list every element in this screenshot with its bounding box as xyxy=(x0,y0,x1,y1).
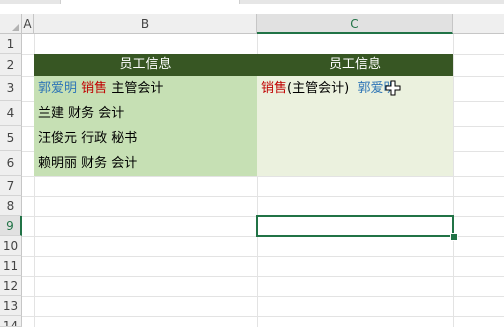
cell-c5[interactable] xyxy=(257,126,453,151)
cell-b6[interactable]: 赖明丽 财务 会计 xyxy=(34,151,257,176)
cell-c3[interactable]: 销售(主管会计) 郭爱明 xyxy=(257,76,453,101)
cell-b4[interactable]: 兰建 财务 会计 xyxy=(34,101,257,126)
cell-c2-header[interactable]: 员工信息 xyxy=(257,54,453,76)
row-header-3[interactable]: 3 xyxy=(0,76,22,101)
row-header-8[interactable]: 8 xyxy=(0,196,22,216)
cell-b3-name: 郭爱明 xyxy=(38,81,78,96)
column-header-a[interactable]: A xyxy=(22,14,34,34)
row-header-14[interactable]: 14 xyxy=(0,316,22,327)
column-header-d[interactable] xyxy=(453,14,504,34)
cell-b3-dept: 销售 xyxy=(81,81,108,96)
cell-b2-header[interactable]: 员工信息 xyxy=(34,54,257,76)
row-header-12[interactable]: 12 xyxy=(0,276,22,296)
fill-handle[interactable] xyxy=(450,233,458,241)
row-header-4[interactable]: 4 xyxy=(0,101,22,126)
row-header-1[interactable]: 1 xyxy=(0,34,22,54)
gridline xyxy=(22,256,504,257)
cell-b5[interactable]: 汪俊元 行政 秘书 xyxy=(34,126,257,151)
cell-c3-title: (主管会计) xyxy=(287,81,350,96)
active-cell-c9[interactable] xyxy=(256,215,454,237)
column-header-b[interactable]: B xyxy=(34,14,257,34)
row-header-9[interactable]: 9 xyxy=(0,216,22,236)
gridline xyxy=(453,34,454,327)
cell-c6[interactable] xyxy=(257,151,453,176)
gridline xyxy=(22,196,504,197)
select-all-corner[interactable] xyxy=(0,14,22,34)
column-header-c[interactable]: C xyxy=(257,14,453,34)
row-header-5[interactable]: 5 xyxy=(0,126,22,151)
gridline xyxy=(22,276,504,277)
cell-c4[interactable] xyxy=(257,101,453,126)
row-header-13[interactable]: 13 xyxy=(0,296,22,316)
row-header-7[interactable]: 7 xyxy=(0,176,22,196)
row-header-11[interactable]: 11 xyxy=(0,256,22,276)
row-header-2[interactable]: 2 xyxy=(0,54,22,76)
cell-b3[interactable]: 郭爱明 销售 主管会计 xyxy=(34,76,257,101)
row-header-10[interactable]: 10 xyxy=(0,236,22,256)
cell-b3-title: 主管会计 xyxy=(111,81,164,96)
spreadsheet-sheet[interactable]: A B C 1 2 3 4 5 6 7 8 9 10 11 12 13 14 员… xyxy=(0,4,504,327)
cell-select-cursor-icon xyxy=(385,80,401,96)
gridline xyxy=(22,296,504,297)
gridline xyxy=(22,176,504,177)
row-header-6[interactable]: 6 xyxy=(0,151,22,176)
gridline xyxy=(22,316,504,317)
cell-c3-dept: 销售 xyxy=(261,81,288,96)
